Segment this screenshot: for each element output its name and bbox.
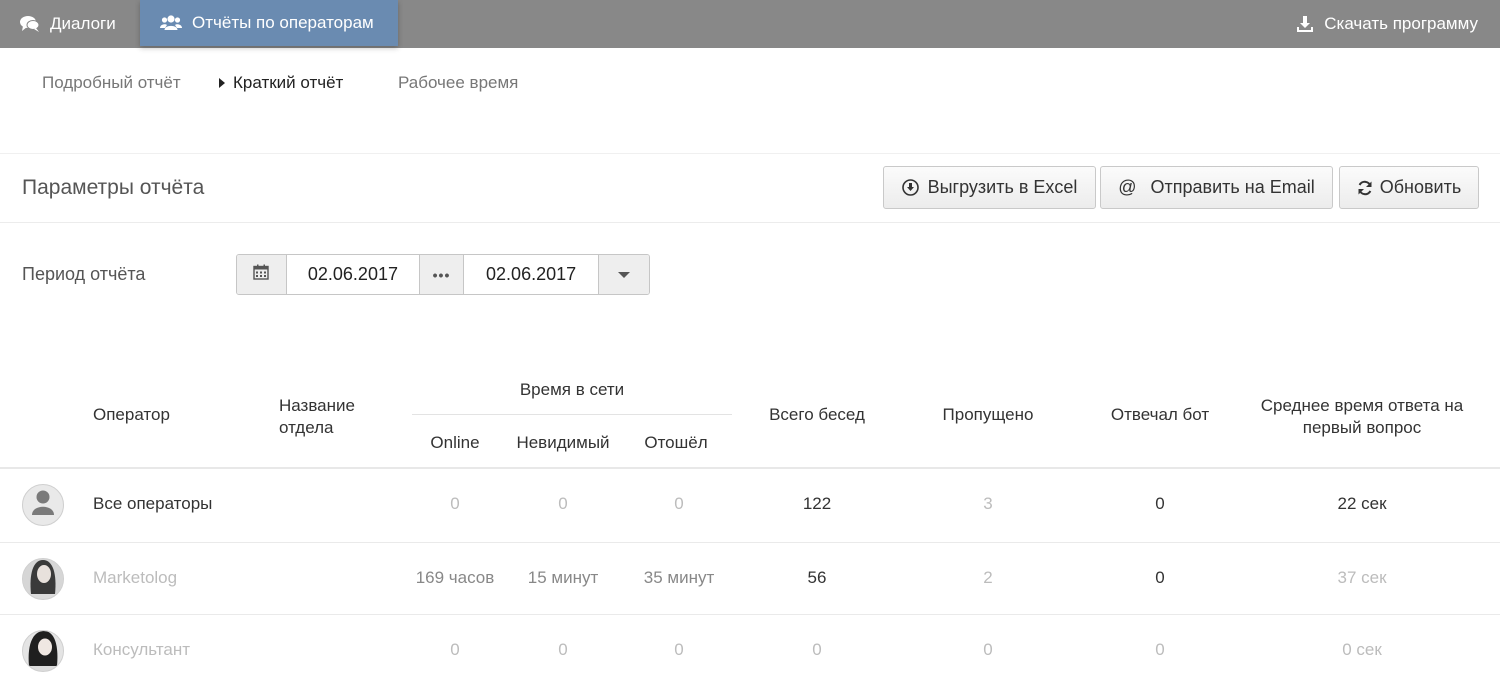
calendar-button[interactable] (237, 255, 287, 294)
export-excel-button[interactable]: Выгрузить в Excel (883, 166, 1096, 209)
cell-total-chats: 122 (802, 494, 832, 513)
ellipsis-icon: ••• (420, 255, 464, 294)
cell-missed: 2 (983, 568, 993, 587)
nav-operator-reports-label: Отчёты по операторам (192, 13, 374, 32)
header-bot-answered[interactable]: Отвечал бот (1090, 404, 1230, 426)
nav-dialogs-label: Диалоги (50, 14, 116, 33)
cell-avg-response: 37 сек (1337, 568, 1387, 587)
cell-away: 0 (674, 640, 684, 659)
report-params-title: Параметры отчёта (22, 176, 205, 199)
header-operator[interactable]: Оператор (93, 404, 170, 426)
chat-bubbles-icon (20, 15, 40, 33)
table-row[interactable]: Marketolog 169 часов 15 минут 35 минут 5… (0, 542, 1500, 614)
cell-avg-response: 22 сек (1337, 494, 1387, 513)
refresh-label: Обновить (1379, 177, 1462, 197)
download-icon (1296, 15, 1314, 33)
download-circle-icon (901, 179, 919, 196)
header-total-chats[interactable]: Всего бесед (747, 404, 887, 426)
subtab-detailed-report[interactable]: Подробный отчёт (42, 72, 181, 94)
download-program-link[interactable]: Скачать программу (1296, 0, 1478, 48)
subtab-short-report-label: Краткий отчёт (233, 73, 344, 92)
send-email-label: Отправить на Email (1150, 177, 1315, 197)
cell-bot-answered: 0 (1155, 640, 1165, 659)
cell-total-chats: 0 (812, 640, 822, 659)
header-online-time: Время в сети (519, 380, 625, 399)
download-program-label: Скачать программу (1324, 14, 1478, 33)
subtab-short-report[interactable]: Краткий отчёт (219, 72, 343, 94)
header-missed[interactable]: Пропущено (918, 404, 1058, 426)
header-avg-response[interactable]: Среднее время ответа на первый вопрос (1252, 395, 1472, 439)
period-dropdown-button[interactable] (599, 255, 649, 294)
table-row[interactable]: Консультант 0 0 0 0 0 0 0 сек (0, 614, 1500, 686)
table-row[interactable]: Все операторы 0 0 0 122 3 0 22 сек (0, 469, 1500, 541)
operator-name: Marketolog (93, 568, 178, 587)
refresh-icon (1357, 180, 1373, 196)
avatar (22, 484, 64, 526)
caret-right-icon (219, 78, 225, 88)
user-silhouette-icon (23, 485, 63, 525)
caret-down-icon (618, 271, 631, 278)
operator-photo-icon (23, 631, 63, 671)
date-from-input[interactable]: 02.06.2017 (286, 255, 421, 294)
operator-photo-icon (23, 559, 63, 599)
report-period-label: Период отчёта (22, 264, 146, 284)
nav-operator-reports[interactable]: Отчёты по операторам (140, 0, 398, 46)
nav-dialogs[interactable]: Диалоги (20, 0, 116, 48)
cell-bot-answered: 0 (1155, 568, 1165, 587)
operator-name: Консультант (93, 640, 191, 659)
at-sign-icon: @ (1118, 177, 1137, 197)
cell-away: 35 минут (643, 568, 715, 587)
cell-missed: 3 (983, 494, 993, 513)
calendar-icon (253, 264, 270, 285)
cell-missed: 0 (983, 640, 993, 659)
cell-away: 0 (674, 494, 684, 513)
avatar (22, 630, 64, 672)
top-navigation-bar: Диалоги Отчёты по операторам Скачать про… (0, 0, 1500, 48)
operator-name: Все операторы (93, 494, 213, 513)
send-email-button[interactable]: @ Отправить на Email (1100, 166, 1333, 209)
header-invisible[interactable]: Невидимый (502, 432, 624, 454)
cell-avg-response: 0 сек (1342, 640, 1382, 659)
subtab-work-time[interactable]: Рабочее время (398, 72, 518, 94)
header-department[interactable]: Название отдела (279, 395, 379, 439)
header-away[interactable]: Отошёл (626, 432, 726, 454)
export-excel-label: Выгрузить в Excel (927, 177, 1078, 197)
cell-total-chats: 56 (807, 568, 827, 587)
users-group-icon (160, 14, 182, 32)
date-range-picker: 02.06.2017 ••• 02.06.2017 (236, 254, 650, 295)
header-online[interactable]: Online (405, 432, 505, 454)
header-group-divider (412, 414, 732, 415)
date-to-input[interactable]: 02.06.2017 (463, 255, 600, 294)
cell-bot-answered: 0 (1155, 494, 1165, 513)
report-params-header: Параметры отчёта Выгрузить в Excel @ Отп… (0, 153, 1500, 223)
avatar (22, 558, 64, 600)
refresh-button[interactable]: Обновить (1339, 166, 1479, 209)
